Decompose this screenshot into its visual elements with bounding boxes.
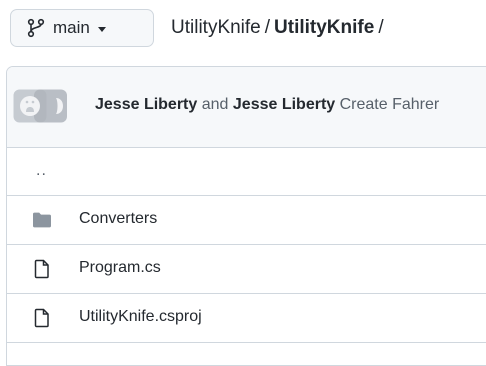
parent-directory-link[interactable]: .. (36, 162, 47, 180)
git-branch-icon (27, 18, 45, 38)
parent-directory-row[interactable]: .. (7, 148, 486, 196)
file-icon (34, 308, 49, 328)
commit-author-1[interactable]: Jesse Liberty (95, 96, 197, 113)
breadcrumb: UtilityKnife / UtilityKnife / (171, 17, 388, 39)
branch-selector-button[interactable]: main (10, 9, 154, 47)
file-icon (34, 259, 49, 279)
commit-author-2[interactable]: Jesse Liberty (233, 96, 335, 113)
file-row[interactable]: UtilityKnife.csproj (7, 294, 486, 343)
breadcrumb-current-folder: UtilityKnife (274, 17, 375, 38)
commit-conjunction: and (201, 96, 229, 113)
commit-summary: Jesse Liberty and Jesse Liberty Create F… (95, 96, 439, 114)
commit-message[interactable]: Create Fahrer (340, 96, 440, 113)
directory-name[interactable]: Converters (79, 210, 157, 228)
file-name[interactable]: Program.cs (79, 259, 161, 277)
latest-commit-bar: Jesse Liberty and Jesse Liberty Create F… (7, 67, 486, 148)
file-browser: Jesse Liberty and Jesse Liberty Create F… (6, 66, 486, 366)
branch-name: main (53, 18, 90, 37)
github-avatar-icon[interactable] (13, 89, 68, 123)
breadcrumb-separator: / (264, 17, 271, 38)
file-row[interactable]: Program.cs (7, 245, 486, 294)
file-name[interactable]: UtilityKnife.csproj (79, 308, 202, 326)
breadcrumb-trailing-separator: / (378, 17, 384, 38)
folder-icon (33, 212, 51, 228)
chevron-down-icon (97, 26, 106, 32)
file-row[interactable]: Converters (7, 196, 486, 245)
breadcrumb-repo-link[interactable]: UtilityKnife (171, 17, 261, 38)
